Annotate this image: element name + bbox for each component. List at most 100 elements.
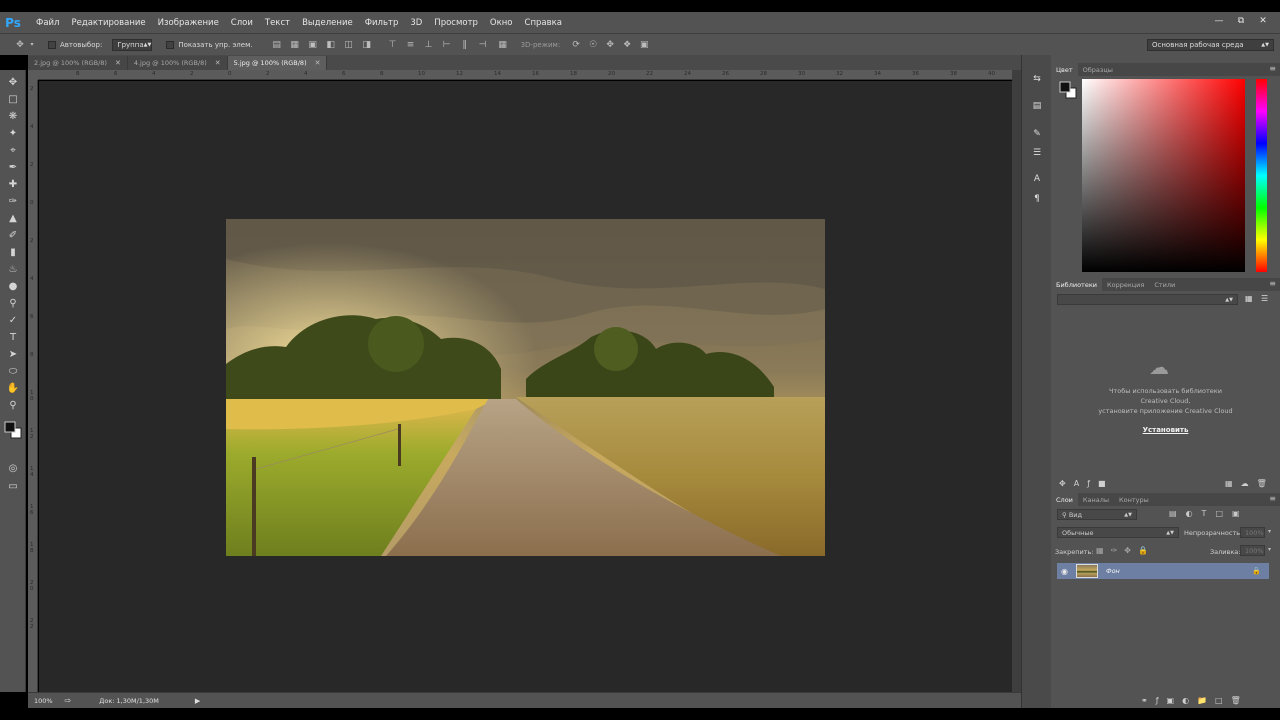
align-vcenter-icon[interactable]: ▦: [289, 39, 301, 51]
character-panel-icon[interactable]: A: [1030, 172, 1044, 186]
eraser-tool-icon[interactable]: ▮: [4, 244, 22, 260]
distribute-left-icon[interactable]: ⊢: [441, 39, 453, 51]
menu-3d[interactable]: 3D: [404, 18, 428, 28]
menu-window[interactable]: Окно: [484, 18, 519, 28]
close-tab-icon[interactable]: ✕: [115, 59, 121, 67]
close-tab-icon[interactable]: ✕: [315, 59, 321, 67]
3d-drag-icon[interactable]: ✥: [604, 39, 616, 51]
list-view-icon[interactable]: ☰: [1261, 294, 1272, 305]
foreground-background-color[interactable]: [4, 418, 22, 442]
filter-type-icon[interactable]: T: [1202, 509, 1207, 518]
opacity-input[interactable]: 100%: [1240, 527, 1265, 538]
3d-orbit-icon[interactable]: ⟳: [570, 39, 582, 51]
layer-name[interactable]: Фон: [1106, 567, 1120, 575]
3d-slide-icon[interactable]: ❖: [621, 39, 633, 51]
distribute-right-icon[interactable]: ⊣: [477, 39, 489, 51]
autoselect-checkbox[interactable]: [48, 40, 60, 49]
align-top-icon[interactable]: ▤: [271, 39, 283, 51]
3d-roll-icon[interactable]: ☉: [587, 39, 599, 51]
visibility-eye-icon[interactable]: ◉: [1061, 567, 1068, 576]
lasso-tool-icon[interactable]: ❋: [4, 108, 22, 124]
canvas-scrollbar[interactable]: [1012, 70, 1021, 692]
menu-edit[interactable]: Редактирование: [65, 18, 151, 28]
tab-doc-4[interactable]: 4.jpg @ 100% (RGB/8) ✕: [127, 56, 228, 70]
dodge-tool-icon[interactable]: ⚲: [4, 295, 22, 311]
add-character-style-icon[interactable]: A: [1074, 479, 1079, 488]
grid-view-icon[interactable]: ▦: [1245, 294, 1256, 305]
panel-menu-icon[interactable]: ≡: [1269, 64, 1276, 73]
align-bottom-icon[interactable]: ▣: [307, 39, 319, 51]
3d-scale-icon[interactable]: ▣: [638, 39, 650, 51]
tab-doc-5[interactable]: 5.jpg @ 100% (RGB/8) ✕: [227, 56, 328, 70]
properties-panel-icon[interactable]: ☰: [1030, 146, 1044, 160]
paint-bucket-tool-icon[interactable]: ♨: [4, 261, 22, 277]
panel-menu-icon[interactable]: ≡: [1269, 279, 1276, 288]
horizontal-ruler[interactable]: 8 6 4 2 0 2 4 6 8 10 12 14 16 18 20 22 24 26 28 30 32 34 36 38 4…: [38, 70, 1021, 80]
align-right-icon[interactable]: ◨: [361, 39, 373, 51]
library-select[interactable]: ▲▼: [1057, 294, 1238, 305]
add-graphic-icon[interactable]: ✥: [1059, 479, 1066, 488]
filter-shape-icon[interactable]: □: [1215, 509, 1223, 518]
lock-all-icon[interactable]: 🔒: [1138, 546, 1148, 555]
fill-dropdown-icon[interactable]: ▾: [1268, 546, 1271, 553]
restore-icon[interactable]: ⧉: [1232, 14, 1250, 28]
menu-type[interactable]: Текст: [259, 18, 296, 28]
adjustment-layer-icon[interactable]: ◐: [1182, 696, 1189, 705]
library-stock-icon[interactable]: ▦: [1225, 479, 1233, 488]
layer-filter-select[interactable]: ⚲ Вид ▲▼: [1057, 509, 1137, 520]
brush-settings-icon[interactable]: ✎: [1030, 127, 1044, 141]
clone-stamp-tool-icon[interactable]: ▲: [4, 210, 22, 226]
close-icon[interactable]: ✕: [1254, 14, 1272, 28]
tab-color[interactable]: Цвет: [1051, 63, 1078, 76]
layer-row-background[interactable]: ◉ Фон 🔒: [1057, 563, 1269, 579]
color-panel-fg-bg[interactable]: [1059, 81, 1077, 99]
menu-select[interactable]: Выделение: [296, 18, 359, 28]
opacity-dropdown-icon[interactable]: ▾: [1268, 528, 1271, 535]
add-mask-icon[interactable]: ▣: [1167, 696, 1175, 705]
distribute-vcenter-icon[interactable]: ≡: [405, 39, 417, 51]
document-image[interactable]: [226, 219, 825, 556]
library-delete-icon[interactable]: 🗑: [1257, 479, 1267, 488]
healing-brush-tool-icon[interactable]: ✚: [4, 176, 22, 192]
color-picker-field[interactable]: [1082, 79, 1245, 272]
workspace-select[interactable]: Основная рабочая среда ▲▼: [1147, 39, 1274, 51]
zoom-tool-icon[interactable]: ⚲: [4, 397, 22, 413]
auto-align-icon[interactable]: ▦: [497, 39, 509, 51]
status-menu-arrow-icon[interactable]: ▶: [195, 697, 200, 705]
menu-file[interactable]: Файл: [30, 18, 65, 28]
distribute-top-icon[interactable]: ⊤: [387, 39, 399, 51]
minimize-icon[interactable]: —: [1210, 14, 1228, 28]
install-link[interactable]: Установить: [1051, 425, 1280, 435]
delete-layer-icon[interactable]: 🗑: [1231, 696, 1241, 705]
distribute-hcenter-icon[interactable]: ‖: [459, 39, 471, 51]
crop-tool-icon[interactable]: ⌖: [4, 142, 22, 158]
panel-menu-icon[interactable]: ≡: [1269, 494, 1276, 503]
tab-channels[interactable]: Каналы: [1078, 493, 1114, 506]
tab-layers[interactable]: Слои: [1051, 493, 1078, 506]
paragraph-panel-icon[interactable]: ¶: [1030, 192, 1044, 206]
hue-slider[interactable]: [1256, 79, 1267, 272]
marquee-tool-icon[interactable]: □: [4, 91, 22, 107]
new-layer-icon[interactable]: □: [1215, 696, 1223, 705]
tab-styles[interactable]: Стили: [1149, 278, 1180, 291]
chevron-down-icon[interactable]: ▾: [26, 39, 38, 51]
navigator-panel-icon[interactable]: ▤: [1030, 99, 1044, 113]
menu-filter[interactable]: Фильтр: [359, 18, 405, 28]
move-tool-preset-icon[interactable]: ✥: [14, 39, 26, 51]
vertical-ruler[interactable]: 2 4 2 0 2 4 6 8 1 0 1 2 1 4 1 6 1 8 2 0 2 2: [28, 80, 38, 692]
filter-smart-icon[interactable]: ▣: [1232, 509, 1240, 518]
filter-pixel-icon[interactable]: ▤: [1169, 509, 1177, 518]
tab-doc-2[interactable]: 2.jpg @ 100% (RGB/8) ✕: [28, 56, 128, 70]
blur-tool-icon[interactable]: ●: [4, 278, 22, 294]
distribute-bottom-icon[interactable]: ⊥: [423, 39, 435, 51]
tab-adjustments[interactable]: Коррекция: [1102, 278, 1149, 291]
add-color-icon[interactable]: ■: [1098, 479, 1106, 488]
new-group-icon[interactable]: 📁: [1197, 696, 1207, 705]
library-sync-icon[interactable]: ☁: [1241, 479, 1249, 488]
move-tool-icon[interactable]: ✥: [4, 74, 22, 90]
hand-tool-icon[interactable]: ✋: [4, 380, 22, 396]
tab-swatches[interactable]: Образцы: [1078, 63, 1118, 76]
path-select-tool-icon[interactable]: ➤: [4, 346, 22, 362]
link-layers-icon[interactable]: ⚭: [1141, 696, 1148, 705]
lock-position-icon[interactable]: ✥: [1124, 546, 1131, 555]
